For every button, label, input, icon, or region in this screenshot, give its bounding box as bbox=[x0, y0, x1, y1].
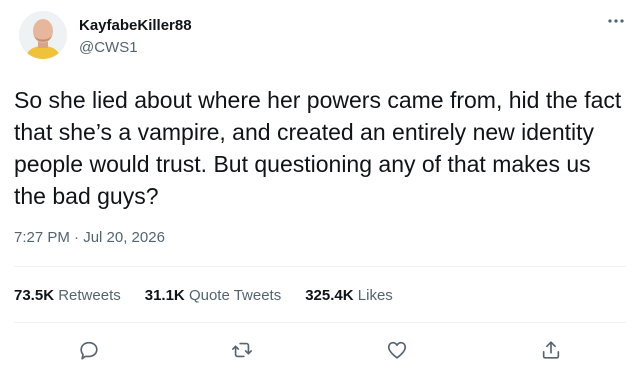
likes-stat[interactable]: 325.4K Likes bbox=[305, 287, 393, 304]
quote-tweets-count: 31.1K bbox=[144, 287, 185, 304]
divider bbox=[14, 322, 626, 323]
avatar[interactable] bbox=[19, 11, 67, 59]
divider bbox=[14, 266, 626, 267]
more-horizontal-icon[interactable] bbox=[604, 9, 628, 33]
tweet-text: So she lied about where her powers came … bbox=[14, 87, 622, 209]
retweet-icon[interactable] bbox=[227, 335, 257, 365]
retweets-count: 73.5K bbox=[14, 287, 55, 304]
like-icon[interactable] bbox=[382, 335, 412, 365]
tweet-stats: 73.5K Retweets 31.1K Quote Tweets 325.4K… bbox=[14, 287, 393, 304]
retweets-label: Retweets bbox=[58, 287, 121, 304]
action-bar bbox=[0, 335, 640, 365]
tweet-timestamp[interactable]: 7:27 PM · Jul 20, 2026 bbox=[14, 229, 165, 246]
retweets-stat[interactable]: 73.5K Retweets bbox=[14, 287, 121, 304]
quote-tweets-stat[interactable]: 31.1K Quote Tweets bbox=[145, 287, 281, 304]
share-icon[interactable] bbox=[536, 335, 566, 365]
author-handle[interactable]: @CWS1 bbox=[79, 39, 138, 56]
quote-tweets-label: Quote Tweets bbox=[188, 287, 282, 304]
author-display-name[interactable]: KayfabeKiller88 bbox=[79, 17, 192, 34]
likes-label: Likes bbox=[357, 287, 393, 304]
likes-count: 325.4K bbox=[305, 287, 354, 304]
reply-icon[interactable] bbox=[74, 335, 104, 365]
